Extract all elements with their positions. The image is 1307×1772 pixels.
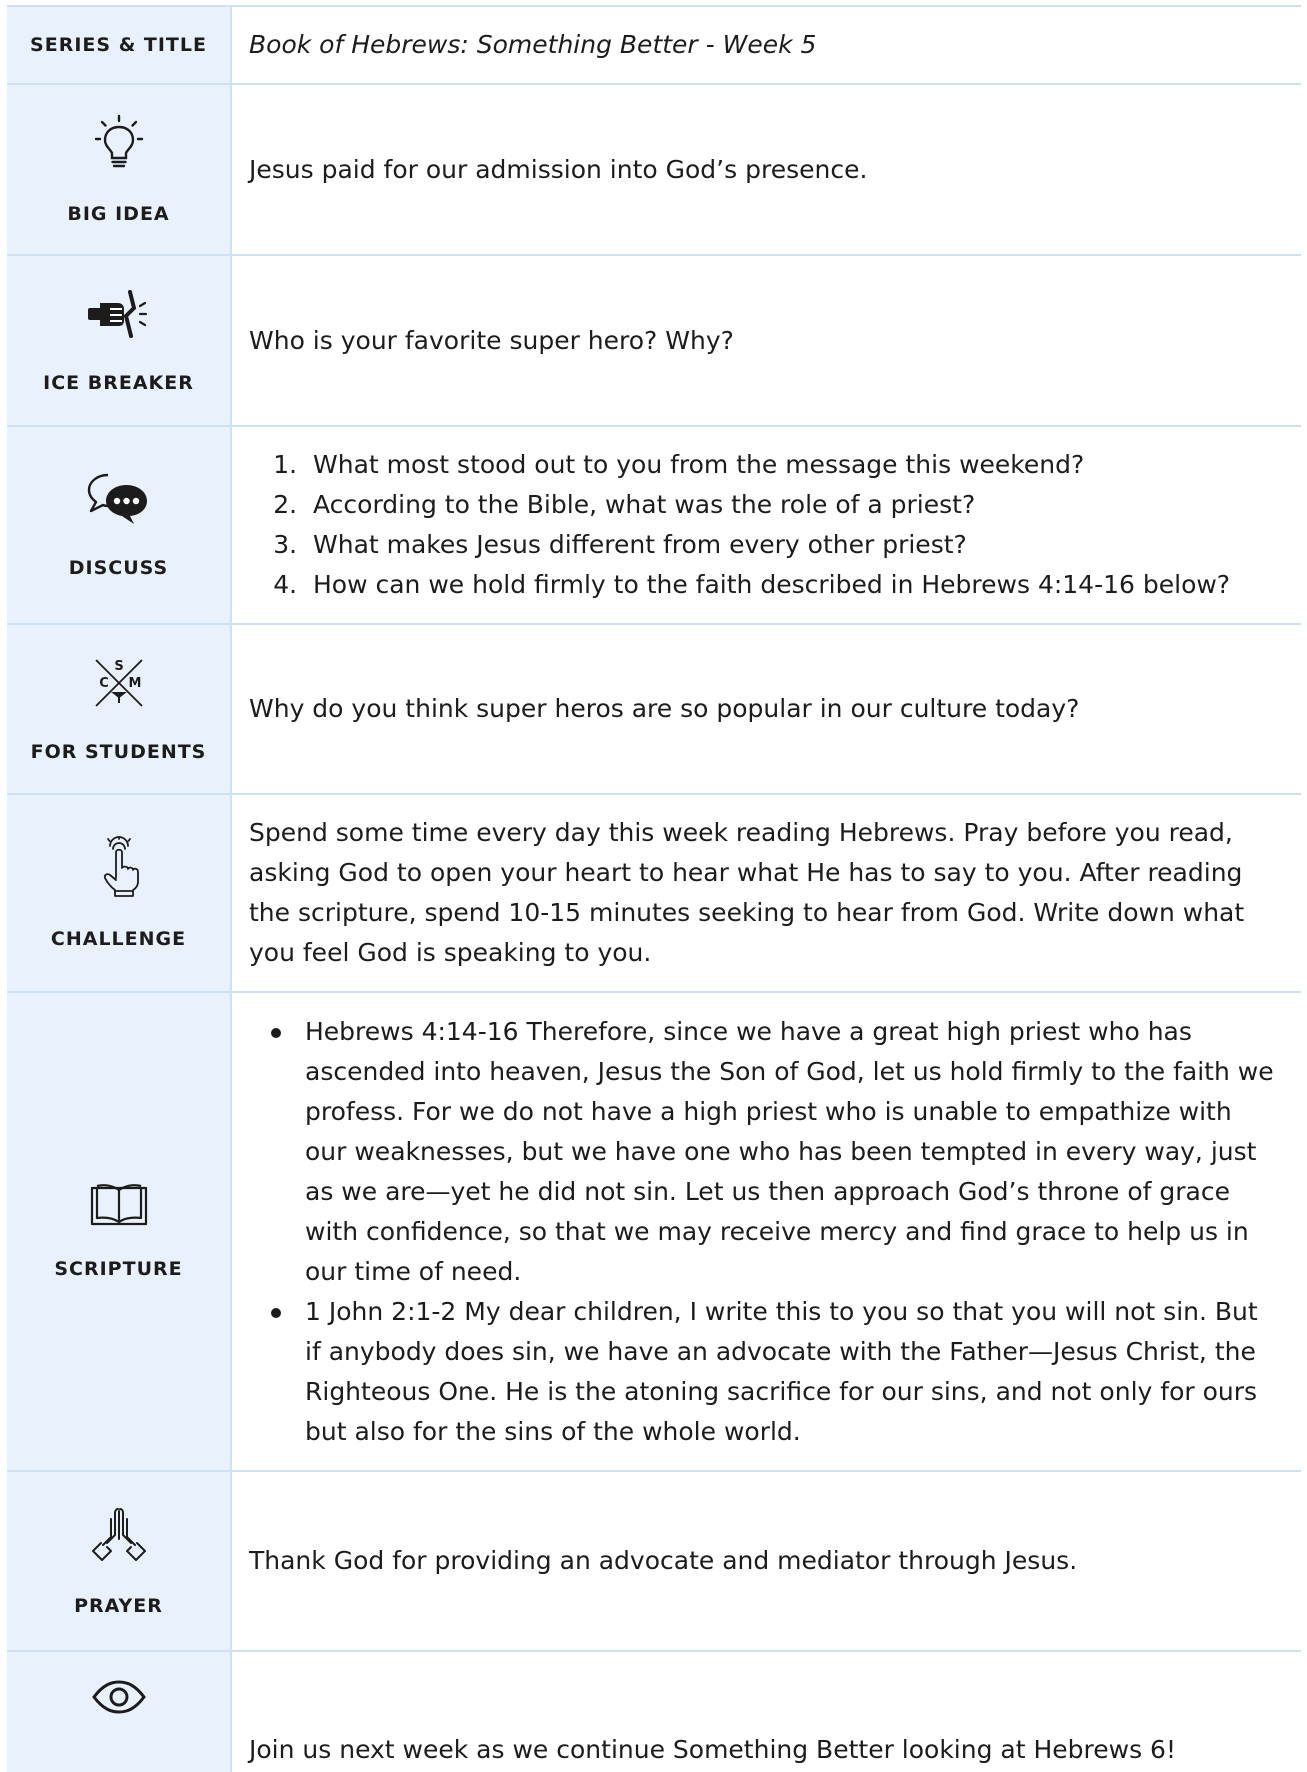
list-item: According to the Bible, what was the rol… bbox=[305, 485, 1279, 525]
label-cell-next-week bbox=[7, 1652, 232, 1772]
chat-bubbles-icon bbox=[87, 473, 147, 524]
scripture-label: SCRIPTURE bbox=[54, 1258, 183, 1281]
ice-breaker-label: ICE BREAKER bbox=[43, 372, 194, 395]
list-item: How can we hold firmly to the faith desc… bbox=[305, 565, 1279, 605]
prayer-label: PRAYER bbox=[74, 1594, 163, 1617]
logo-letter-m: M bbox=[128, 676, 141, 691]
content-cell-for-students: Why do you think super heros are so popu… bbox=[232, 625, 1301, 793]
logo-letter-s: S bbox=[114, 659, 123, 674]
row-ice-breaker: ICE BREAKER Who is your favorite super h… bbox=[7, 256, 1301, 427]
label-cell-challenge: CHALLENGE bbox=[7, 795, 232, 991]
series-title: Book of Hebrews: Something Better - Week… bbox=[249, 30, 817, 59]
discuss-label: DISCUSS bbox=[68, 556, 169, 579]
praying-hands-icon bbox=[91, 1507, 146, 1561]
eye-icon bbox=[91, 1680, 146, 1714]
label-cell-big-idea: BIG IDEA bbox=[7, 85, 232, 254]
big-idea-label: BIG IDEA bbox=[67, 203, 170, 226]
big-idea-text: Jesus paid for our admission into God’s … bbox=[249, 154, 868, 184]
for-students-text: Why do you think super heros are so popu… bbox=[249, 694, 1080, 723]
label-cell-for-students: S C M FOR STUDENTS bbox=[7, 625, 232, 793]
lightbulb-icon bbox=[94, 114, 143, 168]
row-big-idea: BIG IDEA Jesus paid for our admission in… bbox=[7, 85, 1301, 256]
row-challenge: CHALLENGE Spend some time every day this… bbox=[7, 795, 1301, 993]
for-students-label: FOR STUDENTS bbox=[30, 740, 207, 763]
content-cell-discuss: What most stood out to you from the mess… bbox=[232, 427, 1301, 623]
next-week-text: Join us next week as we continue Somethi… bbox=[249, 1735, 1176, 1764]
ice-breaker-text: Who is your favorite super hero? Why? bbox=[249, 325, 734, 355]
row-discuss: DISCUSS What most stood out to you from … bbox=[7, 427, 1301, 625]
content-cell-series: Book of Hebrews: Something Better - Week… bbox=[232, 7, 1301, 83]
content-cell-next-week: Join us next week as we continue Somethi… bbox=[232, 1652, 1301, 1772]
open-book-icon bbox=[90, 1184, 147, 1226]
label-cell-discuss: DISCUSS bbox=[7, 427, 232, 623]
label-cell-series: SERIES & TITLE bbox=[7, 7, 232, 83]
challenge-text: Spend some time every day this week read… bbox=[249, 818, 1245, 967]
content-cell-prayer: Thank God for providing an advocate and … bbox=[232, 1472, 1301, 1650]
list-item: What most stood out to you from the mess… bbox=[305, 445, 1279, 485]
content-cell-big-idea: Jesus paid for our admission into God’s … bbox=[232, 85, 1301, 254]
label-cell-prayer: PRAYER bbox=[7, 1472, 232, 1650]
fist-breaking-icon bbox=[87, 290, 147, 339]
list-item: What makes Jesus different from every ot… bbox=[305, 525, 1279, 565]
prayer-text: Thank God for providing an advocate and … bbox=[249, 1546, 1078, 1575]
csm-cross-logo-icon: S C M bbox=[94, 659, 143, 707]
row-scripture: SCRIPTURE Hebrews 4:14-16 Therefore, sin… bbox=[7, 993, 1301, 1472]
list-item: 1 John 2:1-2 My dear children, I write t… bbox=[271, 1292, 1279, 1452]
logo-letter-c: C bbox=[99, 676, 109, 691]
list-item: Hebrews 4:14-16 Therefore, since we have… bbox=[271, 1012, 1279, 1292]
label-cell-ice-breaker: ICE BREAKER bbox=[7, 256, 232, 425]
row-next-week: Join us next week as we continue Somethi… bbox=[7, 1652, 1301, 1772]
content-cell-scripture: Hebrews 4:14-16 Therefore, since we have… bbox=[232, 993, 1301, 1470]
content-cell-challenge: Spend some time every day this week read… bbox=[232, 795, 1301, 991]
scripture-passages: Hebrews 4:14-16 Therefore, since we have… bbox=[249, 1012, 1279, 1452]
content-cell-ice-breaker: Who is your favorite super hero? Why? bbox=[232, 256, 1301, 425]
series-label: SERIES & TITLE bbox=[30, 33, 207, 56]
row-for-students: S C M FOR STUDENTS Why do you think supe… bbox=[7, 625, 1301, 795]
tapping-hand-icon bbox=[103, 835, 139, 897]
challenge-label: CHALLENGE bbox=[50, 927, 187, 950]
discussion-questions: What most stood out to you from the mess… bbox=[249, 445, 1279, 605]
study-guide-table: SERIES & TITLE Book of Hebrews: Somethin… bbox=[7, 5, 1301, 1772]
label-cell-scripture: SCRIPTURE bbox=[7, 993, 232, 1470]
row-prayer: PRAYER Thank God for providing an advoca… bbox=[7, 1472, 1301, 1652]
row-series-title: SERIES & TITLE Book of Hebrews: Somethin… bbox=[7, 7, 1301, 85]
